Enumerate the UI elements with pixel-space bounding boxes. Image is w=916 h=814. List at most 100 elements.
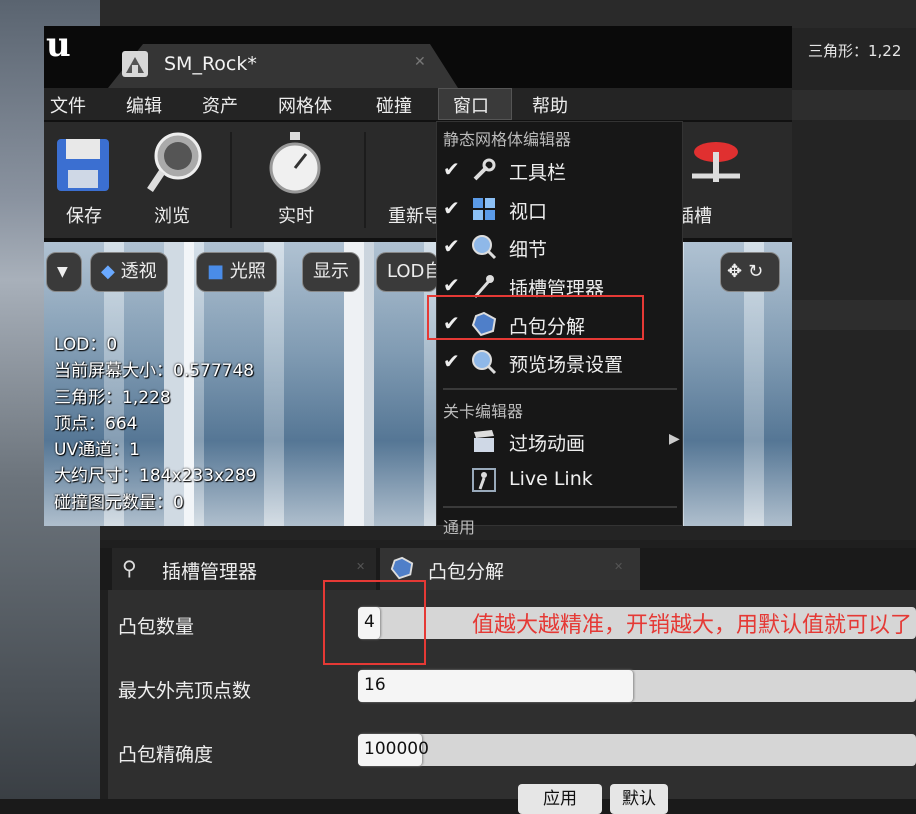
menu-item-details[interactable]: ✔ 细节 bbox=[437, 229, 682, 265]
lod-label: LOD自 bbox=[387, 261, 438, 282]
menu-window[interactable]: 窗口 bbox=[438, 88, 512, 120]
check-icon: ✔ bbox=[443, 349, 460, 373]
hull-precision-field[interactable]: 100000 bbox=[358, 734, 916, 766]
viewport-icon bbox=[473, 198, 495, 220]
unreal-logo: u bbox=[46, 25, 71, 65]
submenu-arrow-icon: ▶ bbox=[669, 431, 680, 447]
menu-item-preview-scene-settings[interactable]: ✔ 预览场景设置 bbox=[437, 344, 682, 380]
live-link-icon bbox=[472, 468, 496, 492]
check-icon: ✔ bbox=[443, 157, 460, 181]
menu-edit[interactable]: 编辑 bbox=[126, 92, 162, 118]
apply-button[interactable]: 应用 bbox=[518, 784, 602, 814]
menu-help[interactable]: 帮助 bbox=[532, 92, 568, 118]
section-general: 通用 bbox=[443, 518, 476, 537]
viewport-options-button[interactable]: ▼ bbox=[46, 252, 82, 292]
browse-button[interactable]: 浏览 bbox=[132, 122, 212, 238]
browse-icon bbox=[147, 132, 202, 192]
annotation-highlight-menu bbox=[427, 295, 644, 340]
max-hull-verts-label: 最大外壳顶点数 bbox=[118, 680, 252, 702]
menu-separator bbox=[443, 388, 677, 390]
menu-item-cinematics[interactable]: 过场动画 ▶ bbox=[437, 423, 682, 459]
show-button[interactable]: 显示 bbox=[302, 252, 360, 292]
realtime-button[interactable]: 实时 bbox=[256, 122, 336, 238]
tab-label: 凸包分解 bbox=[428, 561, 505, 583]
max-hull-verts-fill bbox=[358, 670, 633, 702]
save-label: 保存 bbox=[66, 206, 102, 227]
close-icon[interactable]: ✕ bbox=[414, 54, 426, 70]
menu-mesh[interactable]: 网格体 bbox=[278, 92, 332, 118]
menu-item-label: 视口 bbox=[509, 201, 548, 223]
stat-screen-size: 当前屏幕大小：0.577748 bbox=[54, 361, 255, 382]
menu-item-toolbar[interactable]: ✔ 工具栏 bbox=[437, 152, 682, 188]
hull-precision-label: 凸包精确度 bbox=[118, 744, 214, 766]
clapper-icon bbox=[474, 430, 494, 452]
stat-collision-count: 碰撞图元数量：0 bbox=[54, 492, 184, 513]
menu-separator bbox=[443, 506, 677, 508]
lod-button[interactable]: LOD自 bbox=[376, 252, 438, 292]
socket-manager-icon: ⚲ bbox=[122, 556, 137, 580]
menu-collision[interactable]: 碰撞 bbox=[376, 92, 412, 118]
menu-item-live-link[interactable]: Live Link bbox=[437, 462, 682, 498]
background-strip bbox=[792, 300, 916, 330]
section-static-mesh-editor: 静态网格体编辑器 bbox=[443, 130, 572, 149]
perspective-label: 透视 bbox=[120, 261, 157, 282]
menu-item-label: 过场动画 bbox=[509, 433, 586, 455]
toolbar-separator bbox=[364, 132, 366, 228]
bottom-tab-bar: ⚲ 插槽管理器 ✕ 凸包分解 ✕ bbox=[100, 548, 916, 590]
background-triangles-text: 三角形：1,22 bbox=[808, 42, 902, 60]
menu-item-viewport[interactable]: ✔ 视口 bbox=[437, 191, 682, 227]
hull-precision-value: 100000 bbox=[364, 739, 429, 759]
menu-window-label: 窗口 bbox=[453, 96, 489, 117]
lighting-label: 光照 bbox=[229, 261, 266, 282]
annotation-note: 值越大越精准，开销越大，用默认值就可以了 bbox=[472, 613, 913, 638]
max-hull-verts-field[interactable]: 16 bbox=[358, 670, 916, 702]
check-icon: ✔ bbox=[443, 273, 460, 297]
details-icon bbox=[472, 350, 497, 375]
convex-icon bbox=[390, 556, 414, 580]
tab-title: SM_Rock* bbox=[164, 53, 257, 75]
stat-lod: LOD：0 bbox=[54, 335, 118, 355]
check-icon: ✔ bbox=[443, 234, 460, 258]
viewport-stats: LOD：0 当前屏幕大小：0.577748 三角形：1,228 顶点：664 U… bbox=[54, 332, 256, 516]
close-icon[interactable]: ✕ bbox=[614, 560, 623, 573]
stat-vertices: 顶点：664 bbox=[54, 413, 138, 434]
section-level-editor: 关卡编辑器 bbox=[443, 402, 524, 421]
asset-tab[interactable] bbox=[108, 44, 458, 88]
lighting-button[interactable]: ■ 光照 bbox=[196, 252, 277, 292]
default-button[interactable]: 默认 bbox=[610, 784, 668, 814]
perspective-button[interactable]: ◆ 透视 bbox=[90, 252, 168, 292]
tab-label: 插槽管理器 bbox=[162, 561, 258, 583]
background-strip bbox=[792, 90, 916, 120]
stat-uv-channels: UV通道：1 bbox=[54, 440, 140, 461]
stat-triangles: 三角形：1,228 bbox=[54, 387, 171, 408]
stopwatch-icon bbox=[269, 132, 321, 194]
menu-bar: 文件 编辑 资产 网格体 碰撞 bbox=[44, 88, 792, 121]
move-icon: ✥ bbox=[727, 261, 743, 282]
close-icon[interactable]: ✕ bbox=[356, 560, 365, 573]
menu-asset[interactable]: 资产 bbox=[202, 92, 238, 118]
check-icon: ✔ bbox=[443, 196, 460, 220]
title-bar: u SM_Rock* ✕ bbox=[44, 26, 792, 88]
socket-button[interactable]: 插槽 bbox=[674, 122, 754, 238]
save-button[interactable]: 保存 bbox=[44, 122, 124, 238]
rotate-icon: ↻ bbox=[748, 261, 764, 282]
socket-icon bbox=[692, 142, 740, 182]
transform-button[interactable]: ✥ ↻ bbox=[720, 252, 780, 292]
menu-item-label: Live Link bbox=[509, 468, 593, 490]
static-mesh-icon bbox=[122, 51, 148, 77]
toolbar-separator bbox=[230, 132, 232, 228]
menu-file[interactable]: 文件 bbox=[50, 92, 86, 118]
hull-count-label: 凸包数量 bbox=[118, 616, 195, 638]
menu-item-label: 预览场景设置 bbox=[509, 354, 624, 376]
browse-label: 浏览 bbox=[154, 206, 190, 227]
max-hull-verts-value: 16 bbox=[364, 675, 386, 695]
chevron-down-icon: ▼ bbox=[57, 264, 68, 280]
wrench-icon bbox=[473, 158, 496, 181]
menu-item-label: 工具栏 bbox=[509, 162, 567, 184]
show-label: 显示 bbox=[313, 261, 349, 282]
lighting-icon: ■ bbox=[207, 261, 225, 282]
stat-approx-size: 大约尺寸：184x233x289 bbox=[54, 466, 257, 487]
realtime-label: 实时 bbox=[278, 206, 314, 227]
menu-item-label: 细节 bbox=[509, 239, 548, 261]
save-icon bbox=[57, 139, 109, 191]
